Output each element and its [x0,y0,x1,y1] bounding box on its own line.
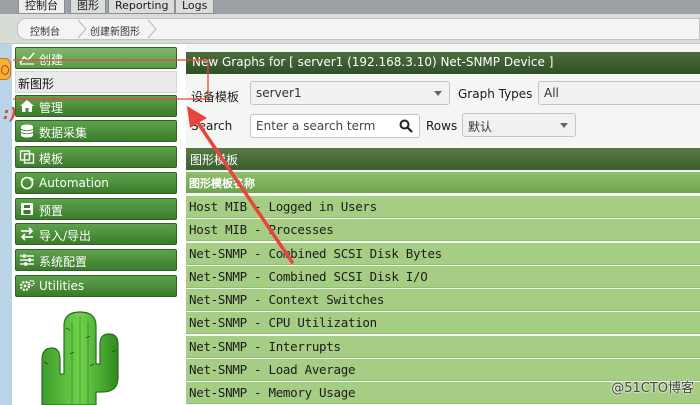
device-template-label: 设备模板 [191,90,240,104]
app-badge-icon [0,58,11,80]
table-row[interactable]: Net-SNMP - Interrupts [186,336,700,358]
sidebar-item-system-config[interactable]: 系统配置 [15,249,177,271]
graph-template-name: Host MIB - Logged in Users [189,199,377,214]
sidebar-item-label: 模板 [39,152,64,166]
sidebar-item-label: 预置 [39,204,64,218]
chevron-down-icon [434,91,442,96]
sidebar-item-label: 数据采集 [39,126,88,140]
rows-label: Rows [426,119,458,133]
graph-types-label: Graph Types [458,87,533,101]
sidebar-item-presets[interactable]: 预置 [15,198,177,220]
template-icon [19,150,35,164]
import-export-icon [19,227,35,241]
main-panel: New Graphs for [ server1 (192.168.3.10) … [186,44,700,405]
sidebar-item-utilities[interactable]: Utilities [15,275,177,297]
column-header[interactable]: 图形模板名称 [186,172,700,193]
settings-sliders-icon [19,253,35,267]
graph-template-name: Net-SNMP - Interrupts [189,339,341,354]
database-icon [19,124,35,138]
sidebar-item-create[interactable]: 创建 [15,47,177,69]
breadcrumb-console[interactable]: 控制台 [30,23,60,38]
automation-icon [19,176,35,190]
table-header-label: 图形模板 [190,153,239,167]
graph-template-name: Net-SNMP - CPU Utilization [189,315,377,330]
search-icon[interactable] [399,119,413,133]
column-header-label: 图形模板名称 [189,177,255,190]
sidebar-item-label: Utilities [39,279,85,293]
breadcrumb-separator-icon [77,19,87,39]
sidebar-subitem-new-graphs[interactable]: 新图形 [15,71,177,93]
device-template-select[interactable]: server1 [250,81,450,105]
top-tab-bar: 控制台 图形 Reporting Logs [0,0,700,14]
table-header: 图形模板 [186,148,700,170]
tab-console[interactable]: 控制台 [18,0,65,14]
sidebar-item-label: 管理 [39,101,64,115]
table-row[interactable]: Net-SNMP - Context Switches [186,289,700,311]
sidebar-item-data-collection[interactable]: 数据采集 [15,120,177,142]
cactus-logo [41,311,119,405]
graph-types-select[interactable]: All [538,81,700,105]
graph-template-name: Net-SNMP - Combined SCSI Disk I/O [189,269,428,284]
tab-logs[interactable]: Logs [175,0,215,14]
device-template-value: server1 [256,86,302,100]
table-row[interactable]: Net-SNMP - Combined SCSI Disk Bytes [186,243,700,265]
sidebar-item-label: Automation [39,176,109,190]
breadcrumb-separator-icon [147,19,157,39]
sidebar-item-manage[interactable]: 管理 [15,95,177,117]
table-row[interactable]: Host MIB - Processes [186,219,700,241]
graph-template-name: Net-SNMP - Combined SCSI Disk Bytes [189,246,442,261]
chevron-down-icon [560,123,568,128]
graph-template-name: Net-SNMP - Memory Usage [189,385,356,400]
graph-template-name: Net-SNMP - Load Average [189,362,356,377]
graph-types-value: All [544,86,559,100]
page-title: New Graphs for [ server1 (192.168.3.10) … [192,55,554,69]
tab-graphs[interactable]: 图形 [70,0,106,14]
page-title-bar: New Graphs for [ server1 (192.168.3.10) … [186,52,700,74]
sidebar-subitem-label: 新图形 [18,77,55,91]
rows-select[interactable]: 默认 [462,113,576,137]
gears-icon [19,279,35,293]
left-edge-strip [0,44,12,405]
search-placeholder: Enter a search term [256,119,376,133]
breadcrumb-create-graphs: 创建新图形 [90,27,140,38]
search-label: Search [191,119,233,133]
graph-template-name: Net-SNMP - Context Switches [189,292,385,307]
chart-icon [19,51,35,65]
sidebar-item-automation[interactable]: Automation [15,172,177,194]
watermark: @51CTO博客 [611,381,694,396]
search-input[interactable]: Enter a search term [250,114,420,138]
sidebar-item-import-export[interactable]: 导入/导出 [15,223,177,245]
sidebar-item-label: 创建 [39,53,64,67]
tab-reporting[interactable]: Reporting [108,0,176,14]
preset-icon [19,202,35,216]
table-row[interactable]: Host MIB - Logged in Users [186,196,700,218]
rows-value: 默认 [468,120,493,134]
table-row[interactable]: Net-SNMP - CPU Utilization [186,312,700,334]
breadcrumb: 控制台 创建新图形 [17,18,700,40]
breadcrumb-bar: 控制台 创建新图形 [0,14,700,44]
sidebar-item-templates[interactable]: 模板 [15,146,177,168]
home-icon [19,99,35,113]
sidebar-item-label: 系统配置 [39,255,88,269]
table-row[interactable]: Net-SNMP - Combined SCSI Disk I/O [186,266,700,288]
graph-template-name: Host MIB - Processes [189,222,334,237]
sidebar-item-label: 导入/导出 [39,229,92,243]
